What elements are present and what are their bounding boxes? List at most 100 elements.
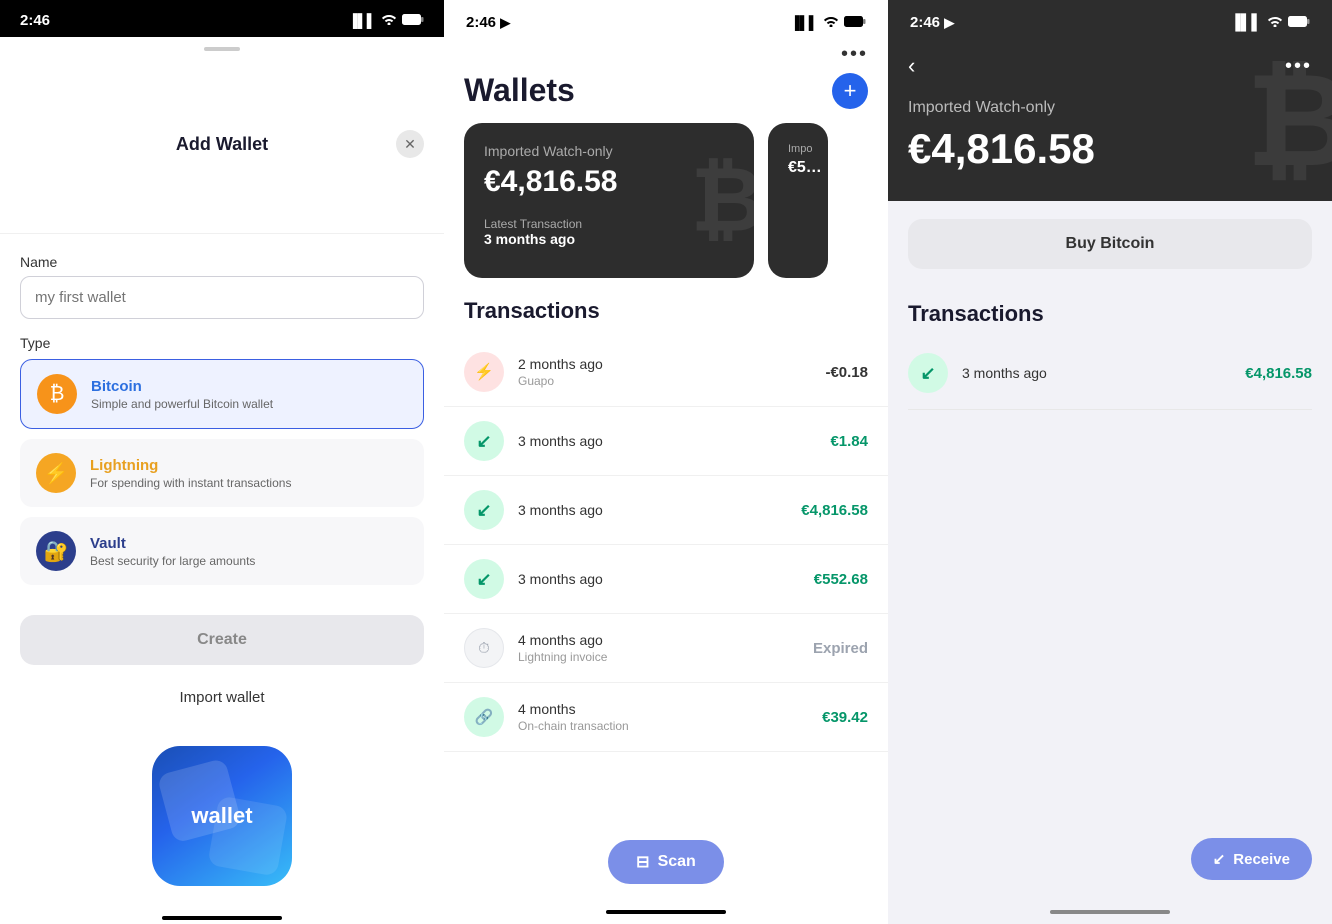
tx-icon-1: ↙ bbox=[464, 421, 504, 461]
tx-sub-4: Lightning invoice bbox=[518, 650, 799, 664]
home-indicator-1 bbox=[0, 916, 444, 924]
time-display-3: 2:46 ▶ bbox=[910, 14, 954, 31]
tx-amount-3: €552.68 bbox=[814, 571, 868, 588]
tx-item-3-0[interactable]: ↙ 3 months ago €4,816.58 bbox=[908, 337, 1312, 410]
lightning-type-option[interactable]: ⚡ Lightning For spending with instant tr… bbox=[20, 439, 424, 507]
scan-icon: ⊟ bbox=[636, 852, 649, 872]
wallet-cards-row: Imported Watch-only €4,816.58 Latest Tra… bbox=[444, 123, 888, 298]
lightning-desc: For spending with instant transactions bbox=[90, 476, 291, 490]
wifi-icon-3 bbox=[1267, 14, 1283, 31]
spacer-3 bbox=[888, 556, 1332, 825]
tx-amount-4: Expired bbox=[813, 640, 868, 657]
wallet-card-peek[interactable]: Impo €5… bbox=[768, 123, 828, 278]
tx-amount-0: -€0.18 bbox=[825, 364, 868, 381]
status-bar-3: 2:46 ▶ ▐▌▌ bbox=[888, 0, 1332, 39]
phone-1: 2:46 ▐▌▌ Add Wallet ✕ Name bbox=[0, 0, 444, 924]
phone-3: 2:46 ▶ ▐▌▌ ‹ ••• Imported Watch-only €4 bbox=[888, 0, 1332, 924]
back-button[interactable]: ‹ bbox=[908, 53, 915, 79]
tx-sub-0: Guapo bbox=[518, 374, 811, 388]
close-button[interactable]: ✕ bbox=[396, 130, 424, 158]
wallet-hero: ‹ ••• Imported Watch-only €4,816.58 ₿ bbox=[888, 39, 1332, 201]
scan-button[interactable]: ⊟ Scan bbox=[608, 840, 724, 884]
phone-2: 2:46 ▶ ▐▌▌ ••• Wallets + bbox=[444, 0, 888, 924]
tx-amount-1: €1.84 bbox=[830, 433, 868, 450]
tx-icon-3: ↙ bbox=[464, 559, 504, 599]
home-bar-1 bbox=[162, 916, 282, 920]
buy-btn-area: Buy Bitcoin bbox=[888, 201, 1332, 287]
vault-icon: 🔐 bbox=[36, 531, 76, 571]
tx-item-3[interactable]: ↙ 3 months ago €552.68 bbox=[444, 545, 888, 614]
type-field-group: Type ₿ Bitcoin Simple and powerful Bitco… bbox=[20, 335, 424, 595]
bitcoin-icon: ₿ bbox=[37, 374, 77, 414]
tx-info-3-0: 3 months ago bbox=[962, 365, 1231, 381]
tx-info-1: 3 months ago bbox=[518, 433, 816, 449]
wallets-title: Wallets bbox=[464, 72, 575, 109]
lightning-text-group: Lightning For spending with instant tran… bbox=[90, 457, 291, 490]
lightning-icon: ⚡ bbox=[36, 453, 76, 493]
tx-date-3-0: 3 months ago bbox=[962, 365, 1231, 381]
name-label: Name bbox=[20, 254, 424, 270]
add-wallet-button[interactable]: + bbox=[832, 73, 868, 109]
tx-info-4: 4 months ago Lightning invoice bbox=[518, 632, 799, 664]
tx-date-4: 4 months ago bbox=[518, 632, 799, 648]
bitcoin-type-option[interactable]: ₿ Bitcoin Simple and powerful Bitcoin wa… bbox=[20, 359, 424, 429]
hero-bitcoin-bg: ₿ bbox=[1246, 45, 1332, 195]
bottom-bar-2: ⊟ Scan bbox=[444, 830, 888, 904]
sheet-title: Add Wallet bbox=[176, 134, 268, 155]
home-indicator-3 bbox=[888, 904, 1332, 924]
receive-button[interactable]: ↙ Receive bbox=[1191, 838, 1312, 880]
sheet-header: Add Wallet ✕ bbox=[0, 51, 444, 234]
time-display-1: 2:46 bbox=[20, 12, 50, 29]
peek-amount: €5… bbox=[788, 159, 808, 177]
tx-item-1[interactable]: ↙ 3 months ago €1.84 bbox=[444, 407, 888, 476]
time-display-2: 2:46 ▶ bbox=[466, 14, 510, 31]
bitcoin-name: Bitcoin bbox=[91, 378, 273, 395]
status-bar-2: 2:46 ▶ ▐▌▌ bbox=[444, 0, 888, 39]
vault-text-group: Vault Best security for large amounts bbox=[90, 535, 255, 568]
vault-name: Vault bbox=[90, 535, 255, 552]
top-bar-2: ••• bbox=[444, 39, 888, 72]
home-bar-3 bbox=[1050, 910, 1170, 914]
dots-menu-2[interactable]: ••• bbox=[841, 43, 868, 66]
scan-label: Scan bbox=[658, 853, 696, 871]
app-icon: wallet bbox=[152, 746, 292, 886]
tx-item-5[interactable]: 🔗 4 months On-chain transaction €39.42 bbox=[444, 683, 888, 752]
receive-label: Receive bbox=[1233, 851, 1290, 868]
wifi-icon bbox=[381, 13, 397, 28]
tx-amount-3-0: €4,816.58 bbox=[1245, 365, 1312, 382]
status-bar-1: 2:46 ▐▌▌ bbox=[0, 0, 444, 37]
tx-item-2[interactable]: ↙ 3 months ago €4,816.58 bbox=[444, 476, 888, 545]
name-field-group: Name bbox=[20, 254, 424, 319]
tx-item-4[interactable]: ⏱ 4 months ago Lightning invoice Expired bbox=[444, 614, 888, 683]
app-icon-area: wallet bbox=[0, 726, 444, 916]
wifi-icon-2 bbox=[823, 15, 839, 30]
tx-icon-2: ↙ bbox=[464, 490, 504, 530]
buy-bitcoin-button[interactable]: Buy Bitcoin bbox=[908, 219, 1312, 269]
create-button[interactable]: Create bbox=[20, 615, 424, 665]
home-indicator-2 bbox=[444, 904, 888, 924]
signal-icon: ▐▌▌ bbox=[348, 13, 376, 28]
wallet-card-main[interactable]: Imported Watch-only €4,816.58 Latest Tra… bbox=[464, 123, 754, 278]
receive-icon: ↙ bbox=[1213, 850, 1226, 868]
import-wallet-link[interactable]: Import wallet bbox=[20, 689, 424, 706]
name-input[interactable] bbox=[20, 276, 424, 319]
type-label: Type bbox=[20, 335, 424, 351]
tx-icon-0: ⚡ bbox=[464, 352, 504, 392]
tx-date-2: 3 months ago bbox=[518, 502, 787, 518]
tx-date-1: 3 months ago bbox=[518, 433, 816, 449]
tx-info-0: 2 months ago Guapo bbox=[518, 356, 811, 388]
tx-info-2: 3 months ago bbox=[518, 502, 787, 518]
tx-icon-3-0: ↙ bbox=[908, 353, 948, 393]
transaction-list: ⚡ 2 months ago Guapo -€0.18 ↙ 3 months a… bbox=[444, 338, 888, 830]
transactions-title-2: Transactions bbox=[444, 298, 888, 338]
signal-icon-3: ▐▌▌ bbox=[1230, 14, 1262, 31]
lightning-name: Lightning bbox=[90, 457, 291, 474]
vault-type-option[interactable]: 🔐 Vault Best security for large amounts bbox=[20, 517, 424, 585]
tx-amount-5: €39.42 bbox=[822, 709, 868, 726]
tx-date-3: 3 months ago bbox=[518, 571, 800, 587]
bottom-receive: ↙ Receive bbox=[888, 824, 1332, 904]
tx-info-3: 3 months ago bbox=[518, 571, 800, 587]
tx-icon-4: ⏱ bbox=[464, 628, 504, 668]
tx-item-0[interactable]: ⚡ 2 months ago Guapo -€0.18 bbox=[444, 338, 888, 407]
tx-icon-5: 🔗 bbox=[464, 697, 504, 737]
